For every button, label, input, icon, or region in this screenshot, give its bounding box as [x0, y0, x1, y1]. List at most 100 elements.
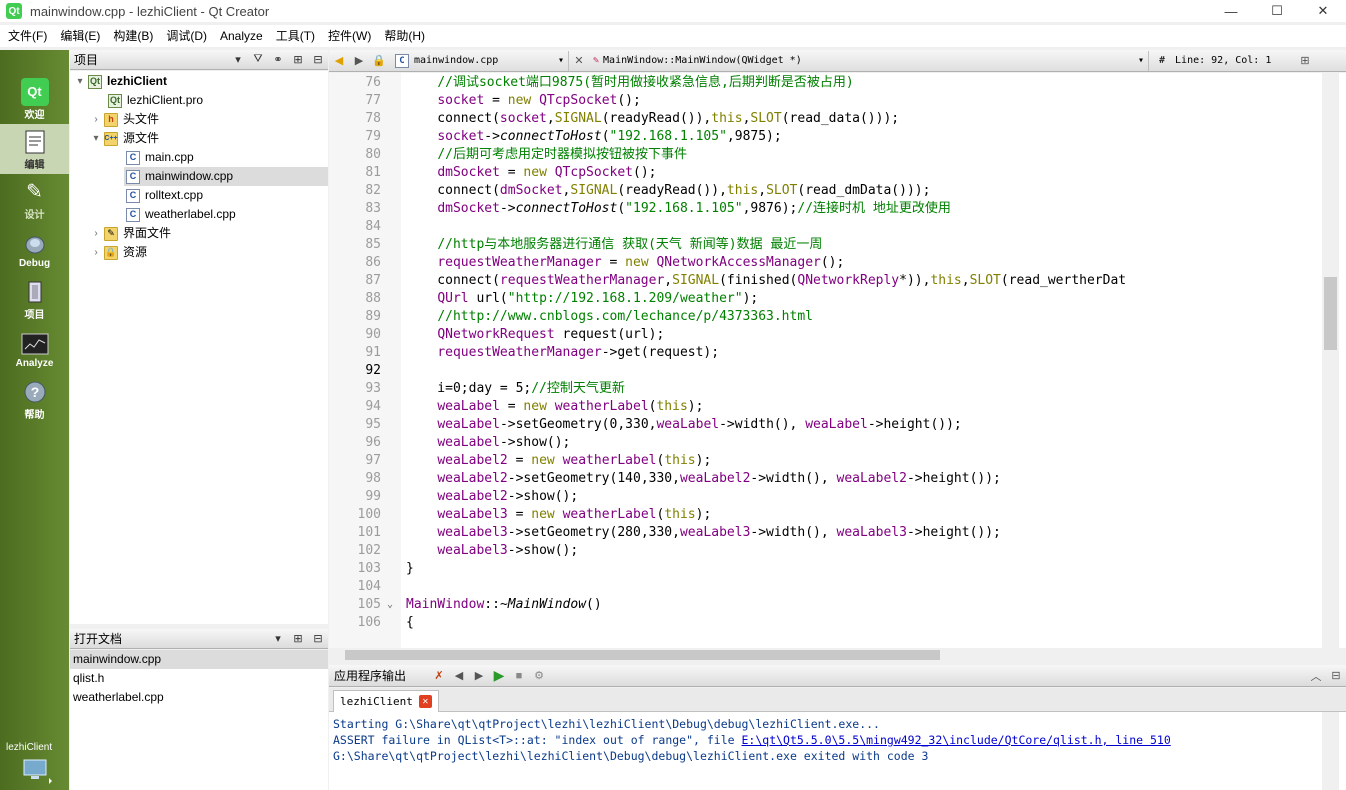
menu-build[interactable]: 构建(B)	[109, 25, 157, 47]
close-tab-icon[interactable]: ✕	[418, 695, 432, 708]
mode-welcome[interactable]: Qt 欢迎	[0, 74, 69, 124]
code-line[interactable]: 77 socket = new QTcpSocket();	[329, 92, 1329, 110]
code-line[interactable]: 83 dmSocket->connectToHost("192.168.1.10…	[329, 200, 1329, 218]
close-pane-icon[interactable]: ⊟	[1326, 666, 1346, 686]
code-line[interactable]: 98 weaLabel2->setGeometry(140,330,weaLab…	[329, 470, 1329, 488]
source-file-link[interactable]: E:\qt\Qt5.5.0\5.5\mingw492_32\include/Qt…	[742, 733, 1171, 747]
code-line[interactable]: 106 {	[329, 614, 1329, 632]
mode-analyze[interactable]: Analyze	[0, 324, 69, 374]
code-line[interactable]: 89 //http://www.cnblogs.com/lechance/p/4…	[329, 308, 1329, 326]
code-line[interactable]: 76 //调试socket端口9875(暂时用做接收紧急信息,后期判断是否被占用…	[329, 74, 1329, 92]
menu-analyze[interactable]: Analyze	[216, 25, 267, 47]
tree-item-file[interactable]: C main.cpp	[124, 148, 328, 167]
code-line[interactable]: 85 //http与本地服务器进行通信 获取(天气 新闻等)数据 最近一周	[329, 236, 1329, 254]
output-vertical-scrollbar[interactable]	[1322, 712, 1339, 790]
open-doc-item[interactable]: qlist.h	[70, 669, 328, 688]
split-icon[interactable]: ⊞	[288, 51, 308, 69]
back-arrow-icon[interactable]: ◀	[329, 51, 349, 71]
output-tab-lezhiclient[interactable]: lezhiClient ✕	[333, 690, 439, 712]
open-doc-item[interactable]: mainwindow.cpp	[70, 650, 328, 669]
run-icon[interactable]: ▶	[489, 666, 509, 686]
code-line[interactable]: 97 weaLabel2 = new weatherLabel(this);	[329, 452, 1329, 470]
code-line[interactable]: 81 dmSocket = new QTcpSocket();	[329, 164, 1329, 182]
code-line[interactable]: 99 weaLabel2->show();	[329, 488, 1329, 506]
tree-item-resources[interactable]: › 🔒 资源	[90, 243, 147, 262]
code-line[interactable]: 78 connect(socket,SIGNAL(readyRead()),th…	[329, 110, 1329, 128]
menu-debug[interactable]: 调试(D)	[162, 25, 211, 47]
tree-item-headers[interactable]: › h 头文件	[90, 110, 159, 129]
code-line[interactable]: 103}	[329, 560, 1329, 578]
code-line[interactable]: 104	[329, 578, 1329, 596]
cursor-position[interactable]: Line: 92, Col: 1	[1175, 55, 1295, 66]
menu-file[interactable]: 文件(F)	[4, 25, 51, 47]
tree-item-file-selected[interactable]: C mainwindow.cpp	[124, 167, 328, 186]
editor-vertical-scroll-thumb[interactable]	[1324, 277, 1337, 350]
close-panel-icon[interactable]: ⊟	[308, 51, 328, 69]
tree-item-file[interactable]: C weatherlabel.cpp	[124, 205, 236, 224]
maximize-button[interactable]: ☐	[1254, 0, 1300, 22]
file-selector[interactable]: C mainwindow.cpp ▾	[389, 50, 569, 71]
code-line[interactable]: 94 weaLabel = new weatherLabel(this);	[329, 398, 1329, 416]
code-line[interactable]: 80 //后期可考虑用定时器模拟按钮被按下事件	[329, 146, 1329, 164]
code-line[interactable]: 95 weaLabel->setGeometry(0,330,weaLabel-…	[329, 416, 1329, 434]
tree-item-project[interactable]: ▾ Qt lezhiClient	[74, 72, 167, 91]
code-line[interactable]: 93 i=0;day = 5;//控制天气更新	[329, 380, 1329, 398]
mode-debug[interactable]: Debug	[0, 224, 69, 274]
mode-projects[interactable]: 项目	[0, 274, 69, 324]
expand-arrow-icon[interactable]: ▾	[74, 72, 86, 91]
tree-item-sources[interactable]: ▾ C++ 源文件	[90, 129, 159, 148]
code-line[interactable]: 86 requestWeatherManager = new QNetworkA…	[329, 254, 1329, 272]
code-line[interactable]: 92	[329, 362, 1329, 380]
kit-selector-monitor-icon[interactable]	[22, 758, 52, 784]
code-line[interactable]: 79 socket->connectToHost("192.168.1.105"…	[329, 128, 1329, 146]
clear-output-icon[interactable]: ✗	[429, 666, 449, 686]
code-line[interactable]: 88 QUrl url("http://192.168.1.209/weathe…	[329, 290, 1329, 308]
close-button[interactable]: ✕	[1300, 0, 1346, 22]
forward-arrow-icon[interactable]: ▶	[349, 51, 369, 71]
code-line[interactable]: 84	[329, 218, 1329, 236]
expand-arrow-icon[interactable]: ›	[90, 224, 102, 243]
fold-marker-icon[interactable]: ⌄	[387, 596, 393, 614]
split-editor-icon[interactable]: ⊞	[1295, 51, 1315, 71]
lock-icon[interactable]: 🔒	[369, 51, 389, 71]
filter-icon[interactable]: ⛛	[248, 51, 268, 69]
maximize-pane-icon[interactable]: ︿	[1306, 666, 1326, 686]
menu-help[interactable]: 帮助(H)	[380, 25, 429, 47]
close-document-icon[interactable]: ✕	[569, 51, 589, 71]
mode-design[interactable]: ✎ 设计	[0, 174, 69, 224]
editor-horizontal-scroll-thumb[interactable]	[345, 650, 940, 660]
tree-item-file[interactable]: C rolltext.cpp	[124, 186, 203, 205]
menu-tools[interactable]: 工具(T)	[272, 25, 319, 47]
menu-widgets[interactable]: 控件(W)	[324, 25, 375, 47]
link-sync-icon[interactable]: ⚭	[268, 51, 288, 69]
expand-arrow-icon[interactable]: ›	[90, 243, 102, 262]
close-panel-icon[interactable]: ⊟	[308, 630, 328, 648]
code-line[interactable]: 100 weaLabel3 = new weatherLabel(this);	[329, 506, 1329, 524]
code-line[interactable]: 105 ⌄ MainWindow::~MainWindow()	[329, 596, 1329, 614]
tree-item-forms[interactable]: › ✎ 界面文件	[90, 224, 171, 243]
open-doc-item[interactable]: weatherlabel.cpp	[70, 688, 328, 707]
encoding-hash[interactable]: #	[1159, 55, 1165, 66]
mode-help[interactable]: ? 帮助	[0, 374, 69, 424]
code-line[interactable]: 96 weaLabel->show();	[329, 434, 1329, 452]
prev-item-icon[interactable]: ◀	[449, 666, 469, 686]
view-dropdown-icon[interactable]: ▾	[228, 51, 248, 69]
stop-icon[interactable]: ■	[509, 666, 529, 686]
view-dropdown-icon[interactable]: ▾	[268, 630, 288, 648]
tree-item-pro-file[interactable]: Qt lezhiClient.pro	[106, 91, 203, 110]
code-line[interactable]: 101 weaLabel3->setGeometry(280,330,weaLa…	[329, 524, 1329, 542]
attach-debugger-icon[interactable]: ⚙	[529, 666, 549, 686]
mode-edit[interactable]: 编辑	[0, 124, 69, 174]
minimize-button[interactable]: —	[1208, 0, 1254, 22]
symbol-selector[interactable]: ✎ MainWindow::MainWindow(QWidget *) ▾	[589, 50, 1149, 71]
code-line[interactable]: 87 connect(requestWeatherManager,SIGNAL(…	[329, 272, 1329, 290]
split-icon[interactable]: ⊞	[288, 630, 308, 648]
code-line[interactable]: 91 requestWeatherManager->get(request);	[329, 344, 1329, 362]
expand-arrow-icon[interactable]: ›	[90, 110, 102, 129]
code-line[interactable]: 90 QNetworkRequest request(url);	[329, 326, 1329, 344]
editor-vertical-scrollbar[interactable]	[1322, 73, 1339, 648]
code-editor[interactable]: 76 //调试socket端口9875(暂时用做接收紧急信息,后期判断是否被占用…	[329, 73, 1346, 648]
code-line[interactable]: 102 weaLabel3->show();	[329, 542, 1329, 560]
next-item-icon[interactable]: ▶	[469, 666, 489, 686]
code-line[interactable]: 82 connect(dmSocket,SIGNAL(readyRead()),…	[329, 182, 1329, 200]
